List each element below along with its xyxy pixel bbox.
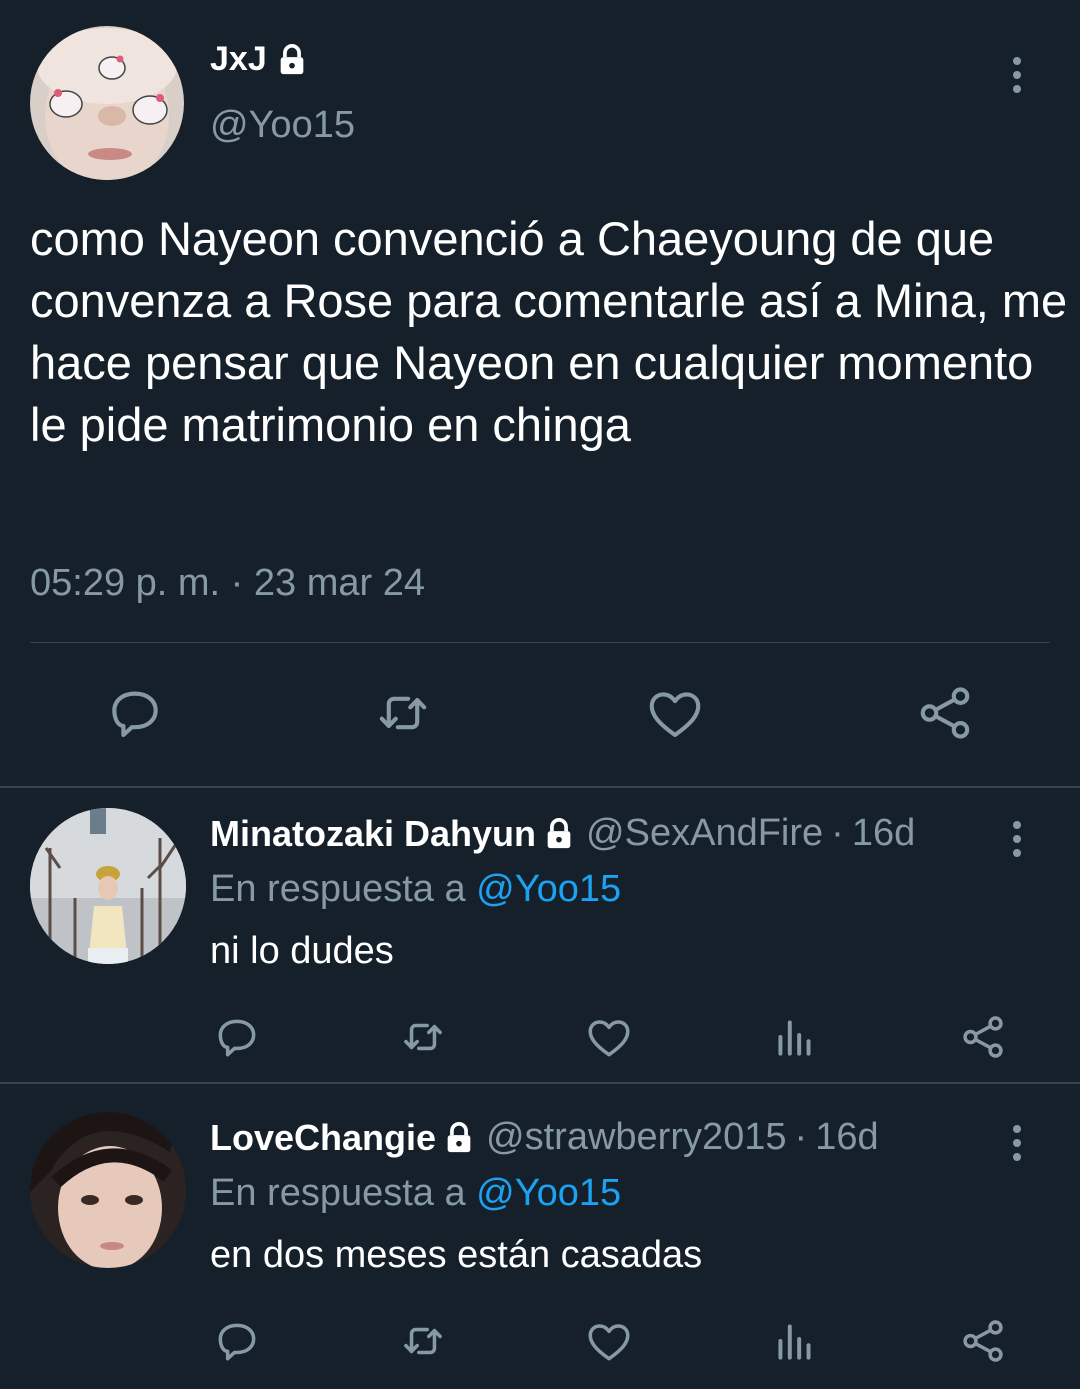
share-icon[interactable] — [958, 1012, 1008, 1062]
more-options-icon[interactable] — [1000, 816, 1034, 862]
tweet-timestamp[interactable]: 05:29 p. m. · 23 mar 24 — [30, 562, 425, 605]
author-avatar[interactable] — [30, 26, 184, 180]
reply-actions-bar — [0, 1012, 1080, 1068]
dot-separator: · — [831, 812, 844, 854]
dot-separator: · — [794, 1116, 808, 1158]
like-icon[interactable] — [584, 1316, 634, 1366]
more-options-icon[interactable] — [1000, 1120, 1034, 1166]
reply-text: en dos meses están casadas — [210, 1234, 703, 1276]
reply-display-name[interactable]: Minatozaki Dahyun — [210, 813, 536, 855]
protected-lock-icon — [547, 817, 571, 848]
retweet-icon[interactable] — [398, 1316, 448, 1366]
author-handle[interactable]: @Yoo15 — [210, 104, 355, 147]
divider — [0, 786, 1080, 788]
reply-handle[interactable]: @strawberry2015 — [486, 1116, 786, 1159]
replying-to-line: En respuesta a @Yoo15 — [210, 868, 621, 911]
reply-time: 16d — [851, 812, 916, 854]
reply-tweet[interactable]: Minatozaki Dahyun @SexAndFire · 16d En r… — [0, 790, 1080, 1080]
reply-text: ni lo dudes — [210, 930, 394, 972]
reply-mention-link[interactable]: @Yoo15 — [476, 868, 621, 910]
reply-icon[interactable] — [104, 682, 166, 744]
reply-tweet[interactable]: LoveChangie @strawberry2015 · 16d En res… — [0, 1094, 1080, 1384]
share-icon[interactable] — [914, 682, 976, 744]
reply-avatar[interactable] — [30, 1112, 186, 1268]
retweet-icon[interactable] — [372, 682, 434, 744]
reply-actions-bar — [0, 1316, 1080, 1372]
reply-avatar[interactable] — [30, 808, 186, 964]
author-name-row: JxJ — [210, 40, 309, 79]
replying-to-label: En respuesta a — [210, 1172, 466, 1214]
divider — [0, 1082, 1080, 1084]
divider — [30, 642, 1050, 643]
reply-icon[interactable] — [212, 1316, 262, 1366]
tweet-detail-screen: JxJ @Yoo15 como Nayeon convenció a Chaey… — [0, 0, 1080, 1389]
more-options-icon[interactable] — [1000, 52, 1034, 98]
reply-time: 16d — [815, 1116, 879, 1158]
reply-handle[interactable]: @SexAndFire — [586, 812, 823, 855]
reply-header: Minatozaki Dahyun @SexAndFire · 16d — [210, 812, 915, 855]
reply-display-name[interactable]: LoveChangie — [210, 1117, 436, 1159]
analytics-icon[interactable] — [770, 1316, 820, 1366]
reply-icon[interactable] — [212, 1012, 262, 1062]
author-display-name[interactable]: JxJ — [210, 40, 267, 79]
analytics-icon[interactable] — [770, 1012, 820, 1062]
like-icon[interactable] — [584, 1012, 634, 1062]
replying-to-line: En respuesta a @Yoo15 — [210, 1172, 621, 1215]
share-icon[interactable] — [958, 1316, 1008, 1366]
replying-to-label: En respuesta a — [210, 868, 466, 910]
protected-lock-icon — [447, 1121, 471, 1152]
tweet-text: como Nayeon convenció a Chaeyoung de que… — [30, 212, 1068, 451]
reply-mention-link[interactable]: @Yoo15 — [476, 1172, 621, 1214]
reply-header: LoveChangie @strawberry2015 · 16d — [210, 1116, 879, 1159]
retweet-icon[interactable] — [398, 1012, 448, 1062]
protected-lock-icon — [280, 43, 304, 74]
like-icon[interactable] — [644, 682, 706, 744]
tweet-actions-bar — [0, 680, 1080, 750]
